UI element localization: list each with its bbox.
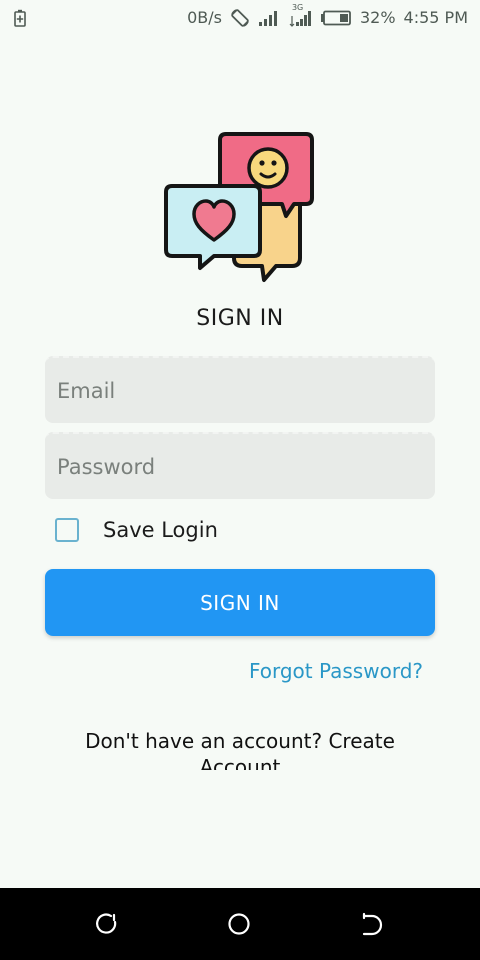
status-bar: 0B/s 3G 32% 4:55 PM bbox=[0, 0, 480, 38]
chat-bubbles-logo bbox=[164, 132, 316, 284]
email-field-container bbox=[45, 356, 435, 423]
battery-percent: 32% bbox=[359, 8, 396, 27]
password-field[interactable] bbox=[45, 434, 435, 499]
signal-icon bbox=[258, 9, 280, 27]
create-account-link[interactable]: Don't have an account? Create Account bbox=[60, 728, 420, 770]
save-login-label: Save Login bbox=[103, 518, 218, 542]
rotate-icon bbox=[230, 8, 250, 28]
page-title: SIGN IN bbox=[196, 306, 284, 331]
password-field-container bbox=[45, 432, 435, 499]
battery-saver-icon bbox=[14, 9, 26, 27]
recent-apps-icon[interactable] bbox=[361, 912, 385, 936]
navigation-bar bbox=[0, 888, 480, 960]
back-icon[interactable] bbox=[95, 912, 119, 936]
forgot-password-link[interactable]: Forgot Password? bbox=[249, 659, 423, 683]
clock: 4:55 PM bbox=[403, 8, 468, 27]
save-login-row[interactable]: Save Login bbox=[55, 518, 218, 542]
sign-in-button[interactable]: SIGN IN bbox=[45, 569, 435, 636]
signal-3g-icon: 3G bbox=[288, 4, 312, 28]
net-speed: 0B/s bbox=[187, 8, 222, 27]
home-icon[interactable] bbox=[227, 912, 251, 936]
battery-icon bbox=[320, 10, 352, 26]
email-field[interactable] bbox=[45, 358, 435, 423]
save-login-checkbox[interactable] bbox=[55, 518, 79, 542]
